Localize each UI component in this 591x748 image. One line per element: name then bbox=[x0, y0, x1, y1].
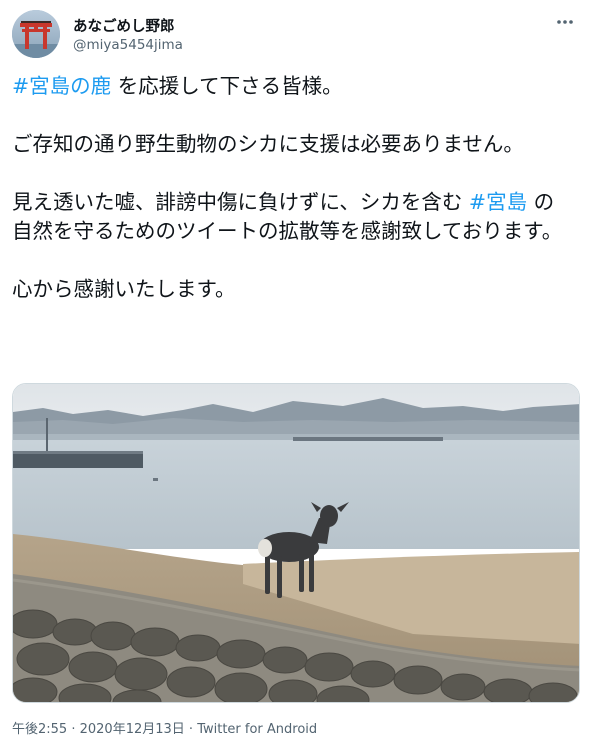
user-handle[interactable]: @miya5454jima bbox=[73, 37, 183, 53]
tweet-text-segment: ご存知の通り野生動物のシカに支援は必要ありません。 bbox=[12, 132, 524, 156]
hashtag-link[interactable]: #宮島の鹿 bbox=[12, 74, 111, 98]
torii-gate-icon bbox=[12, 10, 60, 58]
tweet-text: #宮島の鹿 を応援して下さる皆様。 ご存知の通り野生動物のシカに支援は必要ありま… bbox=[12, 72, 572, 304]
tweet-header: あなごめし野郎 @miya5454jima bbox=[12, 10, 579, 58]
tweet-paragraph-3: 見え透いた嘘、誹謗中傷に負けずに、シカを含む #宮島 の自然を守るためのツイート… bbox=[12, 188, 572, 246]
deer-photo-image bbox=[13, 384, 579, 702]
tweet-card: あなごめし野郎 @miya5454jima #宮島の鹿 を応援して下さる皆様。 … bbox=[0, 0, 591, 748]
tweet-text-segment: 心から感謝いたします。 bbox=[12, 277, 236, 301]
tweet-paragraph-4: 心から感謝いたします。 bbox=[12, 275, 572, 304]
hashtag-link[interactable]: #宮島 bbox=[469, 190, 527, 214]
tweet-paragraph-1: #宮島の鹿 を応援して下さる皆様。 bbox=[12, 72, 572, 101]
tweet-text-segment: 見え透いた嘘、誹謗中傷に負けずに、シカを含む bbox=[12, 190, 469, 214]
display-name[interactable]: あなごめし野郎 bbox=[73, 15, 175, 36]
meta-separator: · bbox=[184, 722, 198, 737]
meta-separator: · bbox=[67, 722, 80, 737]
tweet-time[interactable]: 午後2:55 bbox=[12, 722, 67, 737]
tweet-metadata: 午後2:55 · 2020年12月13日 · Twitter for Andro… bbox=[12, 718, 317, 737]
tweet-text-segment: を応援して下さる皆様。 bbox=[111, 74, 343, 98]
more-horizontal-icon[interactable] bbox=[555, 14, 575, 28]
tweet-date[interactable]: 2020年12月13日 bbox=[80, 722, 185, 737]
tweet-source-link[interactable]: Twitter for Android bbox=[197, 722, 317, 737]
tweet-paragraph-2: ご存知の通り野生動物のシカに支援は必要ありません。 bbox=[12, 130, 572, 159]
avatar[interactable] bbox=[12, 10, 60, 58]
tweet-photo[interactable] bbox=[12, 383, 580, 703]
